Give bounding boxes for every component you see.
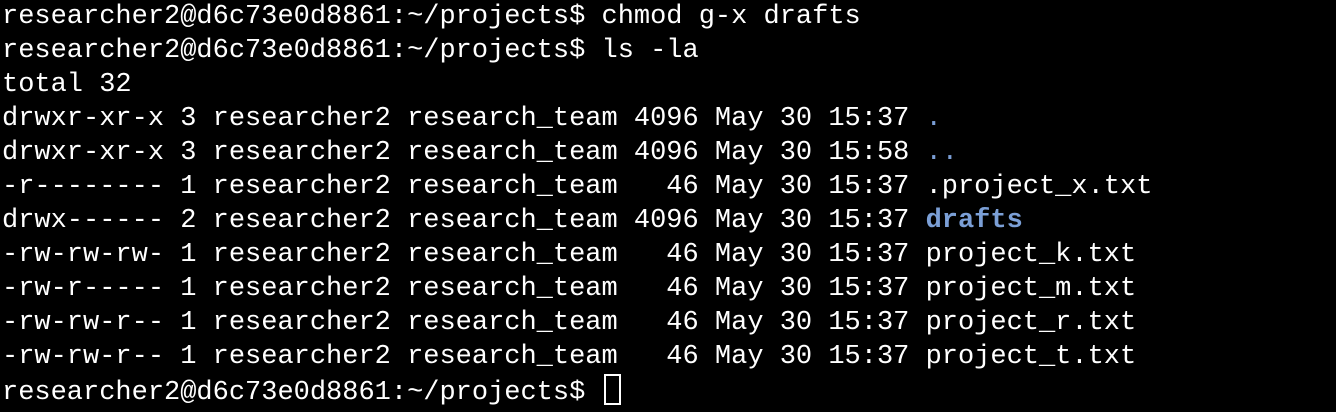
command-line-2: researcher2@d6c73e0d8861:~/projects$ ls …	[2, 34, 1336, 68]
prompt: researcher2@d6c73e0d8861:~/projects$	[2, 2, 602, 32]
active-prompt-line[interactable]: researcher2@d6c73e0d8861:~/projects$	[2, 374, 1336, 408]
listing-name-file: project_m.txt	[925, 274, 1137, 304]
listing-details: -r-------- 1 researcher2 research_team 4…	[2, 172, 926, 202]
prompt: researcher2@d6c73e0d8861:~/projects$	[2, 378, 602, 408]
terminal-window[interactable]: researcher2@d6c73e0d8861:~/projects$ chm…	[0, 0, 1336, 412]
listing-row-parent: drwxr-xr-x 3 researcher2 research_team 4…	[2, 136, 1336, 170]
listing-row-project-m: -rw-r----- 1 researcher2 research_team 4…	[2, 272, 1336, 306]
listing-row-project-t: -rw-rw-r-- 1 researcher2 research_team 4…	[2, 340, 1336, 374]
listing-details: drwxr-xr-x 3 researcher2 research_team 4…	[2, 104, 926, 134]
command-text: chmod g-x drafts	[601, 2, 861, 32]
listing-row-project-k: -rw-rw-rw- 1 researcher2 research_team 4…	[2, 238, 1336, 272]
listing-name-file: project_k.txt	[925, 240, 1137, 270]
listing-name-directory: ..	[925, 138, 958, 168]
listing-row-project-r: -rw-rw-r-- 1 researcher2 research_team 4…	[2, 306, 1336, 340]
listing-details: -rw-rw-rw- 1 researcher2 research_team 4…	[2, 240, 926, 270]
text-cursor[interactable]	[603, 374, 621, 405]
output-total: total 32	[2, 70, 132, 100]
listing-name-directory: .	[925, 104, 942, 134]
listing-details: drwx------ 2 researcher2 research_team 4…	[2, 206, 926, 236]
listing-name-file: .project_x.txt	[925, 172, 1153, 202]
command-line-1: researcher2@d6c73e0d8861:~/projects$ chm…	[2, 0, 1336, 34]
listing-details: -rw-r----- 1 researcher2 research_team 4…	[2, 274, 926, 304]
listing-details: -rw-rw-r-- 1 researcher2 research_team 4…	[2, 308, 926, 338]
listing-name-file: project_r.txt	[925, 308, 1137, 338]
listing-row-project-x: -r-------- 1 researcher2 research_team 4…	[2, 170, 1336, 204]
listing-name-directory: drafts	[925, 206, 1023, 236]
listing-row-drafts: drwx------ 2 researcher2 research_team 4…	[2, 204, 1336, 238]
listing-details: drwxr-xr-x 3 researcher2 research_team 4…	[2, 138, 926, 168]
command-text: ls -la	[601, 36, 699, 66]
prompt: researcher2@d6c73e0d8861:~/projects$	[2, 36, 602, 66]
listing-details: -rw-rw-r-- 1 researcher2 research_team 4…	[2, 342, 926, 372]
listing-name-file: project_t.txt	[925, 342, 1137, 372]
listing-row-dot: drwxr-xr-x 3 researcher2 research_team 4…	[2, 102, 1336, 136]
